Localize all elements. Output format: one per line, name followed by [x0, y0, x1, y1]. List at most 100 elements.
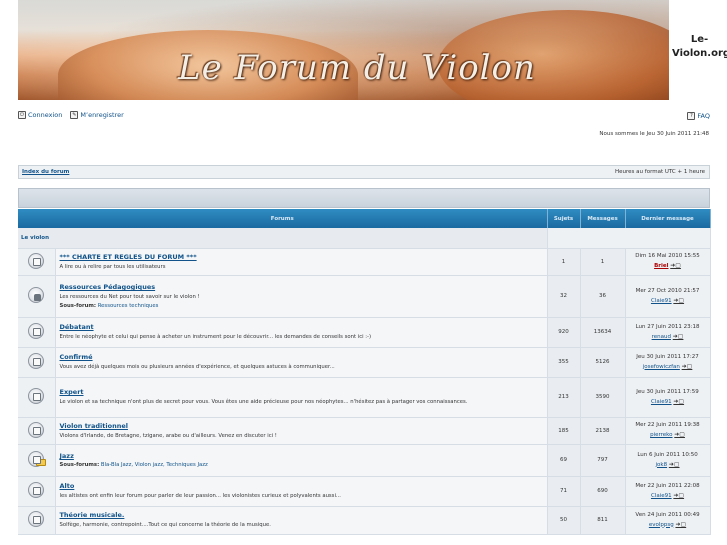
forum-last-post-cell: Jeu 30 Juin 2011 17:27 josefowiczfan ➜▢ — [625, 347, 711, 378]
forum-row: Ressources Pédagogiques Les ressources d… — [18, 275, 711, 318]
forum-topics-count: 1 — [547, 248, 581, 276]
forum-row: Expert Le violon et sa technique n'ont p… — [18, 377, 711, 418]
forum-row: Débatant Entre le néophyte et celui qui … — [18, 317, 711, 348]
forum-title-link[interactable]: Théorie musicale. — [60, 511, 543, 519]
forum-icon-cell — [18, 417, 56, 445]
forum-info-cell: *** CHARTE ET REGLES DU FORUM *** A lire… — [55, 248, 548, 276]
forum-posts-count: 2138 — [580, 417, 626, 445]
goto-last-post-icon[interactable]: ➜▢ — [669, 461, 680, 468]
forum-read-icon — [28, 323, 45, 339]
forum-read-icon — [28, 511, 45, 527]
forum-description: les altistes ont enfin leur forum pour p… — [59, 493, 341, 499]
forum-row: Jazz Sous-forums: Bla-Bla Jazz, Violon j… — [18, 444, 711, 477]
forum-description: Le violon et sa technique n'ont plus de … — [59, 399, 468, 405]
folder-icon — [36, 459, 47, 466]
last-post-author-link[interactable]: josefowiczfan — [643, 364, 680, 370]
forum-info-cell: Ressources Pédagogiques Les ressources d… — [55, 275, 548, 318]
last-post-date: Lun 6 Juin 2011 10:50 — [637, 451, 698, 458]
subforum-links[interactable]: Bla-Bla Jazz, Violon jazz, Techniques Ja… — [101, 462, 208, 468]
forum-topics-count: 213 — [547, 377, 581, 418]
table-header-row: Forums Sujets Messages Dernier message — [18, 209, 711, 228]
forum-info-cell: Expert Le violon et sa technique n'ont p… — [55, 377, 548, 418]
last-post-author-link[interactable]: Claie91 — [651, 493, 672, 499]
forum-last-post-cell: Mer 27 Oct 2010 21:57 Claie91 ➜▢ — [625, 275, 711, 318]
last-post-author-link[interactable]: renaud — [652, 334, 671, 340]
forum-posts-count: 3590 — [580, 377, 626, 418]
forum-topics-count: 185 — [547, 417, 581, 445]
last-post-date: Dim 16 Mai 2010 15:55 — [635, 253, 700, 259]
goto-last-post-icon[interactable]: ➜▢ — [675, 521, 686, 528]
forum-info-cell: Confirmé Vous avez déjà quelques mois ou… — [55, 347, 548, 378]
top-nav: ⏻ Connexion ✎ M’enregistrer ? FAQ — [18, 111, 710, 123]
forum-info-cell: Jazz Sous-forums: Bla-Bla Jazz, Violon j… — [55, 444, 548, 477]
forum-description: Vous avez déjà quelques mois ou plusieur… — [59, 364, 335, 370]
forum-icon-cell — [18, 476, 56, 507]
goto-last-post-icon[interactable]: ➜▢ — [674, 431, 685, 438]
forum-topics-count: 920 — [547, 317, 581, 348]
site-name[interactable]: Le-Violon.org — [672, 33, 727, 61]
faq-link[interactable]: ? FAQ — [687, 112, 710, 120]
forum-logo-text: Le Forum du Violon — [178, 48, 536, 88]
forum-icon-cell — [18, 506, 56, 535]
forum-info-cell: Débatant Entre le néophyte et celui qui … — [55, 317, 548, 348]
forum-info-cell: Théorie musicale. Solfège, harmonie, con… — [55, 506, 548, 535]
login-link[interactable]: ⏻ Connexion — [18, 111, 62, 119]
forum-icon-cell — [18, 248, 56, 276]
login-label: Connexion — [28, 111, 63, 119]
forum-last-post-cell: Mer 22 Juin 2011 22:08 Claie91 ➜▢ — [625, 476, 711, 507]
register-label: M’enregistrer — [80, 111, 124, 119]
forum-posts-count: 690 — [580, 476, 626, 507]
forum-last-post-cell: Lun 27 Juin 2011 23:18 renaud ➜▢ — [625, 317, 711, 348]
forum-title-link[interactable]: Confirmé — [60, 353, 543, 361]
last-post-author-link[interactable]: Claie91 — [651, 298, 672, 304]
forum-icon-cell — [18, 444, 56, 477]
last-post-author-link[interactable]: pierreko — [650, 432, 672, 438]
forum-description: Entre le néophyte et celui qui pense à a… — [59, 334, 372, 340]
forum-title-link[interactable]: *** CHARTE ET REGLES DU FORUM *** — [60, 253, 543, 261]
forum-read-icon — [28, 353, 45, 369]
forum-description: Les ressources du Net pour tout savoir s… — [59, 294, 200, 300]
forum-last-post-cell: Ven 24 Juin 2011 00:49 evolppsg ➜▢ — [625, 506, 711, 535]
subforums-label: Sous-forum: — [59, 303, 97, 309]
last-post-author-link[interactable]: Claie91 — [651, 399, 672, 405]
breadcrumb-home-link[interactable]: Index du forum — [22, 169, 69, 175]
forum-description: A lire ou à relire par tous les utilisat… — [59, 263, 166, 270]
last-post-author-link[interactable]: Briel — [654, 263, 668, 269]
forum-banner[interactable]: Le Forum du Violon — [18, 0, 669, 100]
forum-subforum-icon — [28, 451, 47, 467]
goto-last-post-icon[interactable]: ➜▢ — [673, 492, 684, 499]
last-post-author-link[interactable]: evolppsg — [649, 522, 674, 528]
goto-last-post-icon[interactable]: ➜▢ — [682, 363, 693, 370]
forum-last-post-cell: Jeu 30 Juin 2011 17:59 Claie91 ➜▢ — [625, 377, 711, 418]
header-spacer-bar — [18, 188, 710, 208]
goto-last-post-icon[interactable]: ➜▢ — [673, 297, 684, 304]
goto-last-post-icon[interactable]: ➜▢ — [673, 333, 684, 340]
category-link[interactable]: Le violon — [18, 228, 548, 249]
forum-description: Violons d'Irlande, de Bretagne, tzigane,… — [59, 432, 277, 439]
forum-last-post-cell: Dim 16 Mai 2010 15:55 Briel ➜▢ — [625, 248, 711, 276]
last-post-date: Lun 27 Juin 2011 23:18 — [635, 323, 700, 330]
forum-title-link[interactable]: Alto — [60, 482, 543, 490]
forum-posts-count: 797 — [580, 444, 626, 477]
help-links: ? FAQ — [687, 111, 710, 120]
last-post-author-link[interactable]: jok8 — [656, 462, 668, 468]
forum-row: Violon traditionnel Violons d'Irlande, d… — [18, 417, 711, 445]
goto-last-post-icon[interactable]: ➜▢ — [673, 398, 684, 405]
forum-title-link[interactable]: Violon traditionnel — [60, 422, 543, 430]
subforum-links[interactable]: Ressources techniques — [98, 303, 159, 309]
forum-read-icon — [28, 388, 45, 404]
forum-title-link[interactable]: Débatant — [60, 323, 543, 331]
forum-list-table: Forums Sujets Messages Dernier message L… — [18, 209, 711, 535]
forum-title-link[interactable]: Expert — [60, 388, 543, 396]
forum-row: Alto les altistes ont enfin leur forum p… — [18, 476, 711, 507]
subforums-line: Sous-forums: Bla-Bla Jazz, Violon jazz, … — [60, 462, 543, 468]
forum-title-link[interactable]: Jazz — [60, 452, 543, 460]
forum-topics-count: 69 — [547, 444, 581, 477]
register-link[interactable]: ✎ M’enregistrer — [70, 111, 124, 119]
forum-read-icon — [28, 421, 45, 438]
header-last-post: Dernier message — [625, 209, 711, 228]
forum-info-cell: Violon traditionnel Violons d'Irlande, d… — [55, 417, 548, 445]
forum-posts-count: 36 — [580, 275, 626, 318]
goto-last-post-icon[interactable]: ➜▢ — [670, 262, 681, 269]
forum-title-link[interactable]: Ressources Pédagogiques — [60, 283, 543, 291]
